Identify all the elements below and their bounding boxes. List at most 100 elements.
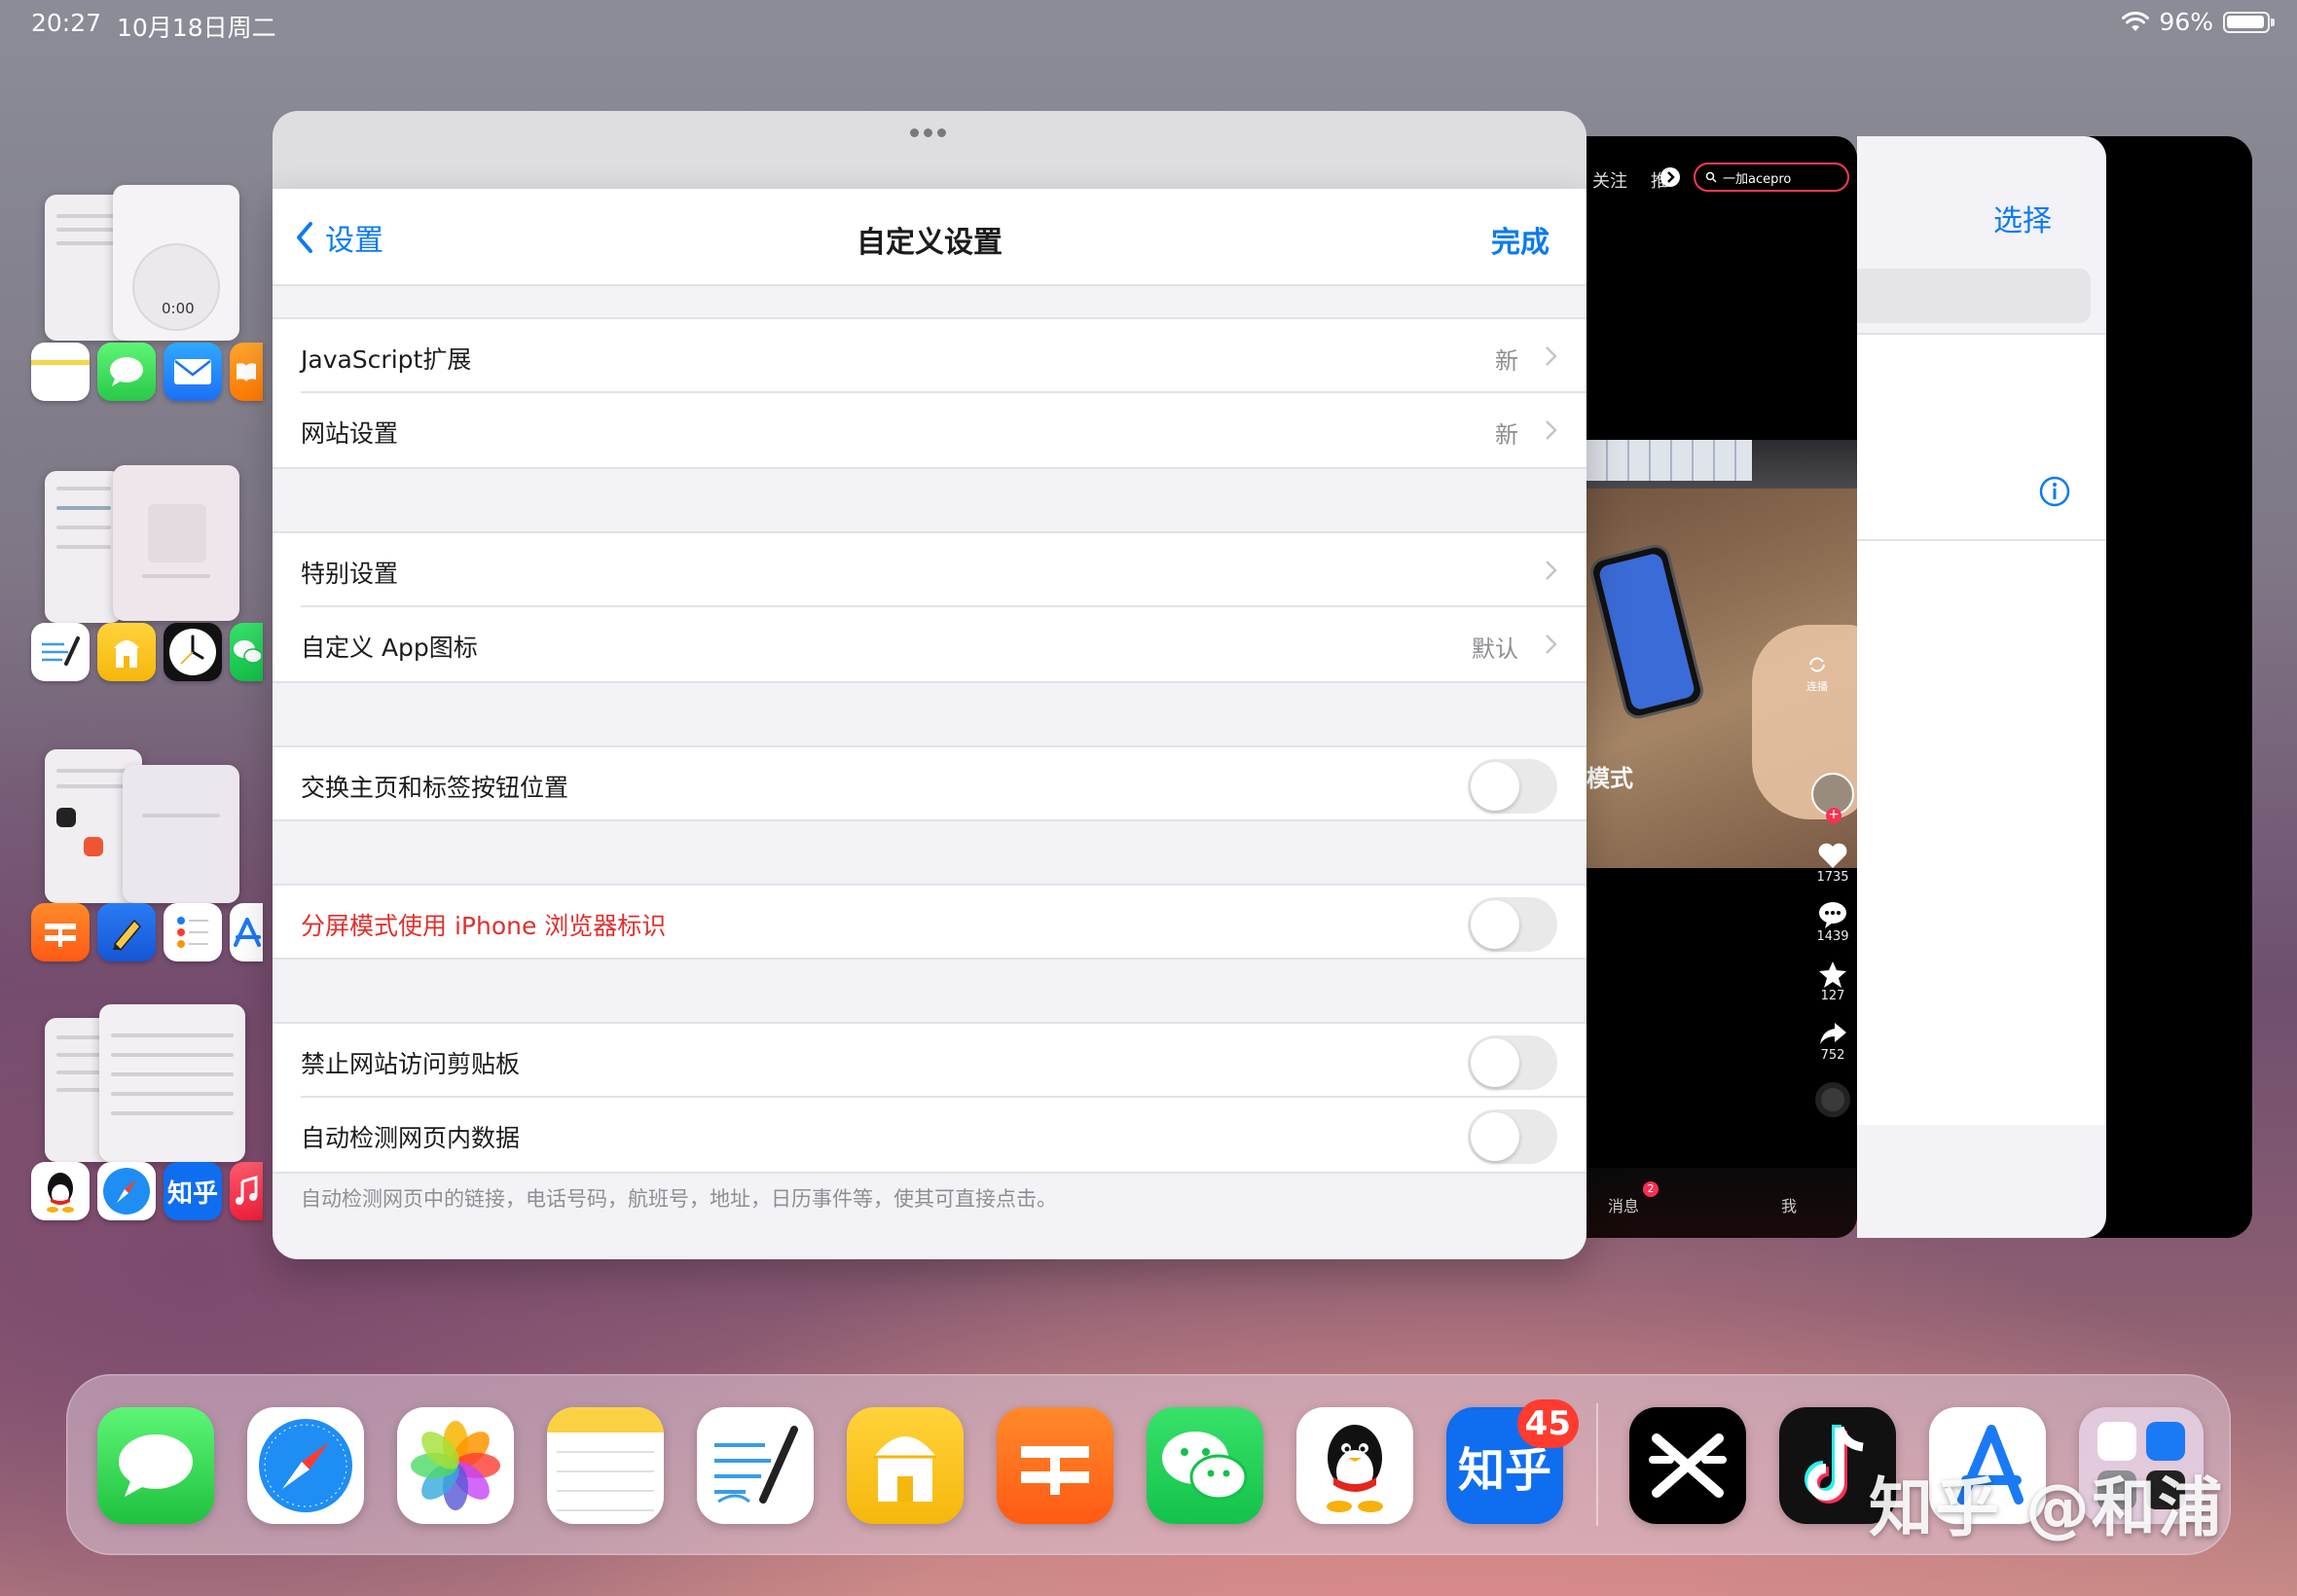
author-avatar[interactable]: + <box>1811 773 1854 823</box>
connect-label: 连播 <box>1806 680 1828 693</box>
dock-freeform-icon[interactable] <box>697 1407 814 1524</box>
group-1-icons <box>31 343 263 401</box>
music-disc-icon[interactable] <box>1815 1082 1850 1117</box>
zhihu-icon-label: 知乎 <box>166 1179 218 1209</box>
chevron-right-icon <box>1546 346 1557 366</box>
row-block-clipboard: 禁止网站访问剪贴板 <box>273 1022 1586 1098</box>
row-value: 默认 <box>1472 635 1518 663</box>
douyin-search-box[interactable]: 一加acepro <box>1694 163 1849 192</box>
pages-icon <box>31 903 90 961</box>
row-special-settings[interactable]: 特别设置 <box>273 531 1586 607</box>
memo-icon <box>97 623 156 681</box>
dock-qq-icon[interactable] <box>1296 1407 1413 1524</box>
wechat-icon <box>230 623 263 681</box>
douyin-tab-follow[interactable]: 关注 <box>1592 167 1627 193</box>
chevron-right-icon <box>1546 561 1557 580</box>
row-label: 自动检测网页内数据 <box>301 1124 521 1152</box>
status-date: 10月18日周二 <box>117 14 276 42</box>
douyin-nav-messages[interactable]: 消息 <box>1608 1193 1639 1216</box>
row-label: 自定义 App图标 <box>301 634 478 662</box>
share-icon[interactable] <box>1817 1019 1848 1048</box>
group-4-icons: 知乎 <box>31 1162 263 1220</box>
notification-badge: 45 <box>1516 1399 1579 1448</box>
dock-capcut-icon[interactable] <box>1629 1407 1746 1524</box>
app-group-2[interactable] <box>31 465 265 689</box>
row-detect-data: 自动检测网页内数据 <box>273 1098 1586 1174</box>
timer-label: 0:00 <box>162 300 195 317</box>
wifi-icon <box>2122 11 2150 31</box>
dock-notes-icon[interactable] <box>547 1407 664 1524</box>
dock-divider <box>1596 1403 1598 1526</box>
zhihu-icon: 知乎 <box>164 1162 222 1220</box>
comment-icon[interactable] <box>1817 900 1848 929</box>
list-section <box>1857 333 2106 541</box>
comment-count: 1439 <box>1816 929 1849 944</box>
reminders-icon <box>164 903 222 961</box>
battery-icon <box>2223 11 2275 33</box>
select-button[interactable]: 选择 <box>1993 197 2052 239</box>
split-iphone-ua-toggle[interactable] <box>1468 897 1557 952</box>
dock-memo-icon[interactable] <box>847 1407 964 1524</box>
row-label: 特别设置 <box>301 560 399 588</box>
douyin-action-rail: + 1735 1439 127 752 <box>1808 773 1857 1117</box>
share-count: 752 <box>1820 1048 1845 1063</box>
mail-icon <box>164 343 222 401</box>
messages-badge: 2 <box>1643 1181 1659 1197</box>
favorite-count: 127 <box>1820 989 1845 1003</box>
row-website-settings[interactable]: 网站设置 新 <box>273 393 1586 469</box>
window-thumbnails[interactable] <box>45 745 239 911</box>
app-group-4[interactable]: 知乎 <box>31 1004 265 1228</box>
notes-icon <box>31 343 90 401</box>
black-app-card[interactable] <box>2083 136 2252 1238</box>
app-group-3[interactable] <box>31 745 265 969</box>
block-clipboard-toggle[interactable] <box>1468 1035 1557 1090</box>
window-thumbnails[interactable]: 0:00 <box>45 185 239 350</box>
swap-home-tab-toggle[interactable] <box>1468 759 1557 814</box>
like-count: 1735 <box>1816 870 1849 885</box>
favorite-icon[interactable] <box>1817 960 1848 989</box>
chevron-right-icon <box>1546 420 1557 440</box>
dock-safari-icon[interactable] <box>247 1407 364 1524</box>
messages-icon <box>97 343 156 401</box>
row-label: 网站设置 <box>301 419 399 448</box>
douyin-search-text: 一加acepro <box>1723 172 1792 187</box>
row-javascript-extensions[interactable]: JavaScript扩展 新 <box>273 317 1586 393</box>
douyin-app-card[interactable]: 关注 推 一加acepro 模式 连播 + 1735 1439 127 752 <box>1586 136 1857 1238</box>
dock-zhihu-icon[interactable]: 知乎 45 <box>1446 1399 1579 1524</box>
watermark: 知乎 @和浦 <box>1869 1470 2224 1545</box>
info-icon[interactable] <box>2038 475 2071 508</box>
window-thumbnails[interactable] <box>45 465 239 631</box>
row-label: 交换主页和标签按钮位置 <box>301 774 569 802</box>
douyin-bottom-nav: 消息 2 我 <box>1586 1168 1857 1238</box>
detail-area <box>1857 541 2106 1125</box>
row-custom-app-icon[interactable]: 自定义 App图标 默认 <box>273 607 1586 683</box>
group-3-icons <box>31 903 263 961</box>
douyin-expand-icon[interactable] <box>1660 167 1680 187</box>
dock-messages-icon[interactable] <box>97 1407 214 1524</box>
page-title: 自定义设置 <box>857 226 1003 260</box>
douyin-nav-me[interactable]: 我 <box>1781 1193 1797 1216</box>
pencil-icon <box>97 903 156 961</box>
freeform-icon <box>31 623 90 681</box>
done-button[interactable]: 完成 <box>1491 218 1550 261</box>
row-label: 禁止网站访问剪贴板 <box>301 1050 521 1078</box>
status-bar: 20:27 10月18日周二 96% <box>0 0 2297 49</box>
settings-app-card[interactable]: 选择 <box>1857 136 2106 1238</box>
music-icon <box>230 1162 263 1220</box>
autoplay-icon <box>1809 657 1825 672</box>
row-swap-home-tab: 交换主页和标签按钮位置 <box>273 745 1586 821</box>
search-field[interactable] <box>1857 269 2091 323</box>
clock-icon <box>164 623 222 681</box>
window-thumbnails[interactable] <box>45 1004 245 1170</box>
multitasking-dots-icon[interactable] <box>910 128 949 138</box>
search-icon <box>1705 171 1717 183</box>
dock-pages-icon[interactable] <box>997 1407 1113 1524</box>
like-icon[interactable] <box>1816 841 1849 870</box>
douyin-connect[interactable]: 连播 <box>1806 654 1828 694</box>
dock-photos-icon[interactable] <box>397 1407 514 1524</box>
app-group-1[interactable]: 0:00 <box>31 185 265 409</box>
detect-data-toggle[interactable] <box>1468 1109 1557 1164</box>
dock-wechat-icon[interactable] <box>1147 1407 1263 1524</box>
safari-icon <box>97 1162 156 1220</box>
nav-bar: 设置 自定义设置 完成 <box>273 189 1586 286</box>
